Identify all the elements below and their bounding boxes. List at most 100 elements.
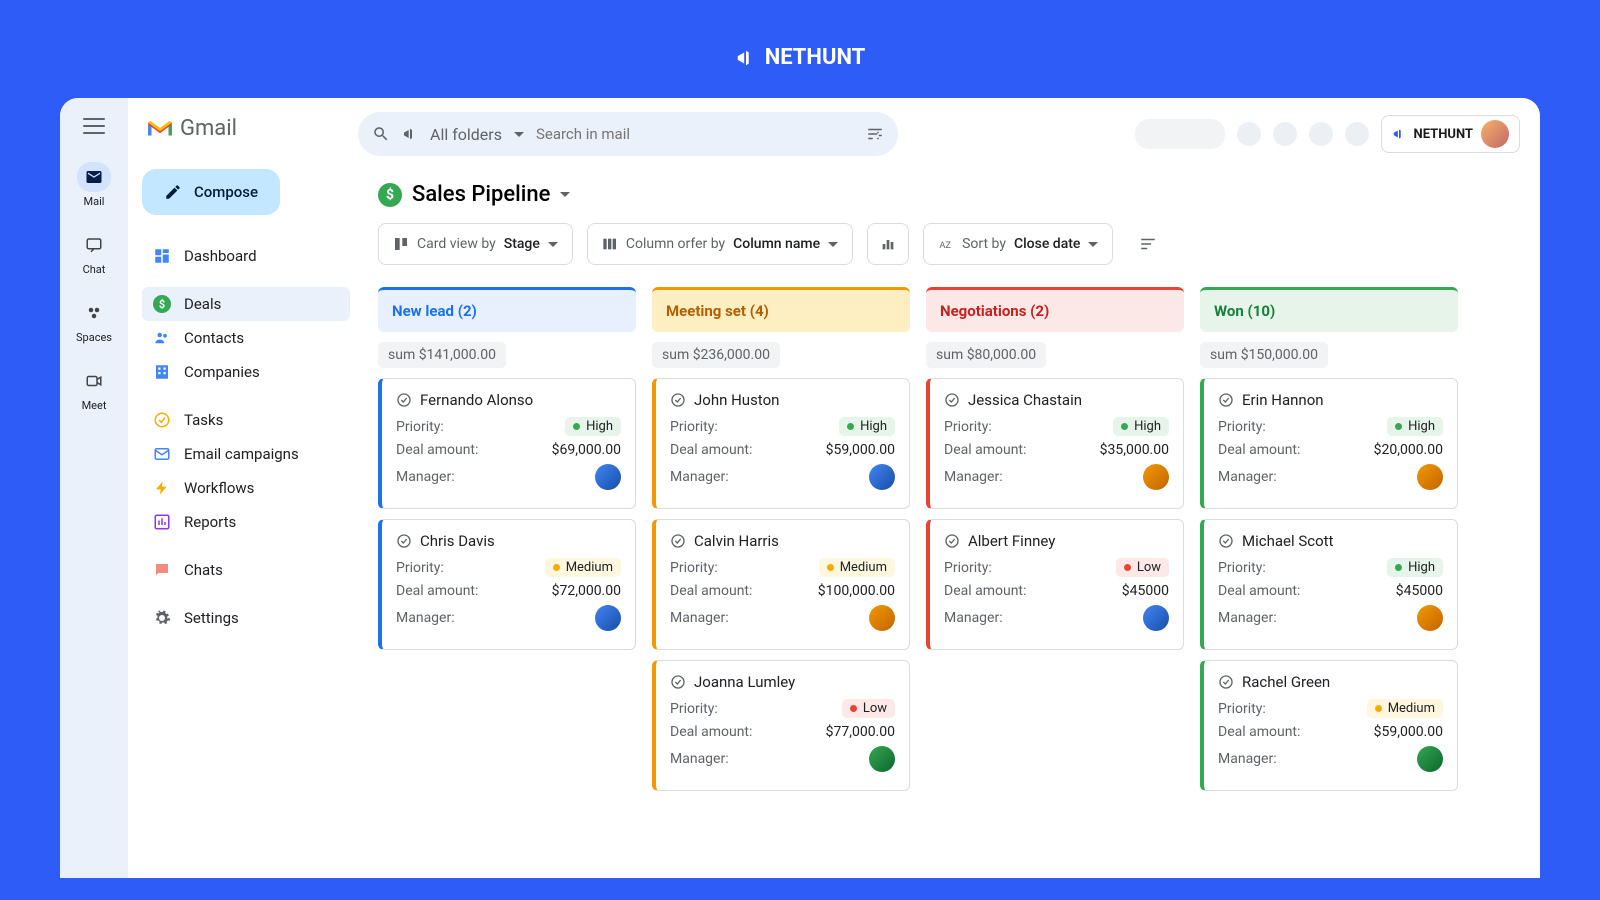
card-title: Jessica Chastain [944, 391, 1169, 409]
column-order-control[interactable]: Column orfer by Column name [587, 223, 853, 265]
check-circle-icon [1218, 392, 1234, 408]
sidebar-item-contacts[interactable]: Contacts [142, 321, 350, 355]
manager-avatar [595, 605, 621, 631]
sort-icon [1139, 235, 1157, 253]
deal-card[interactable]: Erin Hannon Priority: High Deal amount:$… [1200, 378, 1458, 509]
pipeline-view: $ Sales Pipeline Card view by Stage Colu… [358, 172, 1520, 878]
deal-amount: $59,000.00 [1374, 724, 1443, 740]
column-sum: sum $80,000.00 [926, 342, 1046, 368]
deal-card[interactable]: Joanna Lumley Priority: Low Deal amount:… [652, 660, 910, 791]
pipeline-header[interactable]: $ Sales Pipeline [378, 182, 1520, 207]
columns-icon [602, 236, 618, 252]
deal-card[interactable]: Calvin Harris Priority: Medium Deal amou… [652, 519, 910, 650]
priority-badge: High [565, 417, 621, 436]
manager-avatar [1143, 464, 1169, 490]
sidebar-item-deals[interactable]: $ Deals [142, 287, 350, 321]
deal-card[interactable]: Rachel Green Priority: Medium Deal amoun… [1200, 660, 1458, 791]
card-title: John Huston [670, 391, 895, 409]
compose-button[interactable]: Compose [142, 169, 280, 215]
deal-amount: $45000 [1396, 583, 1443, 599]
nethunt-badge[interactable]: NETHUNT [1381, 115, 1520, 153]
rail-meet[interactable]: Meet [76, 366, 112, 412]
kanban-column: Won (10) sum $150,000.00 Erin Hannon Pri… [1200, 287, 1458, 801]
rail-mail[interactable]: Mail [76, 162, 112, 208]
folder-filter[interactable]: All folders [430, 125, 502, 144]
sidebar-item-workflows[interactable]: Workflows [142, 471, 350, 505]
column-header[interactable]: New lead (2) [378, 287, 636, 332]
placeholder-dot [1273, 122, 1297, 146]
main-area: All folders NETHUNT $ S [358, 98, 1540, 878]
kanban-board: New lead (2) sum $141,000.00 Fernando Al… [378, 287, 1520, 801]
column-header[interactable]: Negotiations (2) [926, 287, 1184, 332]
deal-amount: $72,000.00 [552, 583, 621, 599]
meet-icon [77, 366, 111, 396]
deal-card[interactable]: Fernando Alonso Priority: High Deal amou… [378, 378, 636, 509]
check-circle-icon [1218, 533, 1234, 549]
chevron-down-icon [514, 132, 524, 142]
dollar-icon: $ [378, 183, 402, 207]
bolt-icon [152, 478, 172, 498]
sidebar-item-dashboard[interactable]: Dashboard [142, 239, 350, 273]
priority-badge: Medium [819, 558, 895, 577]
controls-row: Card view by Stage Column orfer by Colum… [378, 223, 1520, 265]
rail-spaces[interactable]: Spaces [76, 298, 112, 344]
manager-avatar [869, 464, 895, 490]
kanban-column: Negotiations (2) sum $80,000.00 Jessica … [926, 287, 1184, 801]
chevron-down-icon [1088, 242, 1098, 252]
search-bar[interactable]: All folders [358, 112, 898, 156]
check-circle-icon [670, 674, 686, 690]
check-circle-icon [396, 392, 412, 408]
card-title: Erin Hannon [1218, 391, 1443, 409]
sidebar-item-companies[interactable]: Companies [142, 355, 350, 389]
sidebar-item-tasks[interactable]: Tasks [142, 403, 350, 437]
nethunt-logo: NETHUNT [0, 0, 1600, 98]
priority-badge: Medium [545, 558, 621, 577]
deal-amount: $20,000.00 [1374, 442, 1443, 458]
sidebar: Gmail Compose Dashboard $ Deals Contacts… [128, 98, 358, 878]
az-icon: AZ [938, 236, 954, 252]
deal-card[interactable]: Jessica Chastain Priority: High Deal amo… [926, 378, 1184, 509]
stats-button[interactable] [867, 223, 909, 265]
manager-avatar [1143, 605, 1169, 631]
sidebar-item-email-campaigns[interactable]: Email campaigns [142, 437, 350, 471]
card-title: Rachel Green [1218, 673, 1443, 691]
check-circle-icon [1218, 674, 1234, 690]
manager-avatar [595, 464, 621, 490]
column-header[interactable]: Won (10) [1200, 287, 1458, 332]
column-sum: sum $236,000.00 [652, 342, 780, 368]
search-input[interactable] [536, 125, 854, 143]
card-title: Fernando Alonso [396, 391, 621, 409]
sidebar-item-chats[interactable]: Chats [142, 553, 350, 587]
column-header[interactable]: Meeting set (4) [652, 287, 910, 332]
sort-control[interactable]: AZ Sort by Close date [923, 223, 1113, 265]
deal-amount: $69,000.00 [552, 442, 621, 458]
menu-icon[interactable] [83, 118, 105, 134]
deal-card[interactable]: Albert Finney Priority: Low Deal amount:… [926, 519, 1184, 650]
sort-lines-button[interactable] [1127, 223, 1169, 265]
chevron-down-icon [560, 192, 570, 202]
dashboard-icon [152, 246, 172, 266]
deal-card[interactable]: Chris Davis Priority: Medium Deal amount… [378, 519, 636, 650]
card-view-control[interactable]: Card view by Stage [378, 223, 573, 265]
rail-chat[interactable]: Chat [76, 230, 112, 276]
priority-badge: Low [1116, 558, 1169, 577]
people-icon [152, 328, 172, 348]
sidebar-item-settings[interactable]: Settings [142, 601, 350, 635]
deal-card[interactable]: Michael Scott Priority: High Deal amount… [1200, 519, 1458, 650]
chevron-down-icon [828, 242, 838, 252]
board-icon [393, 236, 409, 252]
gmail-icon [146, 118, 174, 140]
column-sum: sum $141,000.00 [378, 342, 506, 368]
priority-badge: Low [842, 699, 895, 718]
top-bar: All folders NETHUNT [358, 112, 1520, 156]
check-circle-icon [670, 392, 686, 408]
kanban-column: Meeting set (4) sum $236,000.00 John Hus… [652, 287, 910, 801]
manager-avatar [869, 605, 895, 631]
sidebar-item-reports[interactable]: Reports [142, 505, 350, 539]
tune-icon[interactable] [866, 125, 884, 143]
deal-card[interactable]: John Huston Priority: High Deal amount:$… [652, 378, 910, 509]
user-avatar[interactable] [1481, 120, 1509, 148]
manager-avatar [1417, 605, 1443, 631]
mini-rail: Mail Chat Spaces Meet [60, 98, 128, 878]
priority-badge: High [1113, 417, 1169, 436]
